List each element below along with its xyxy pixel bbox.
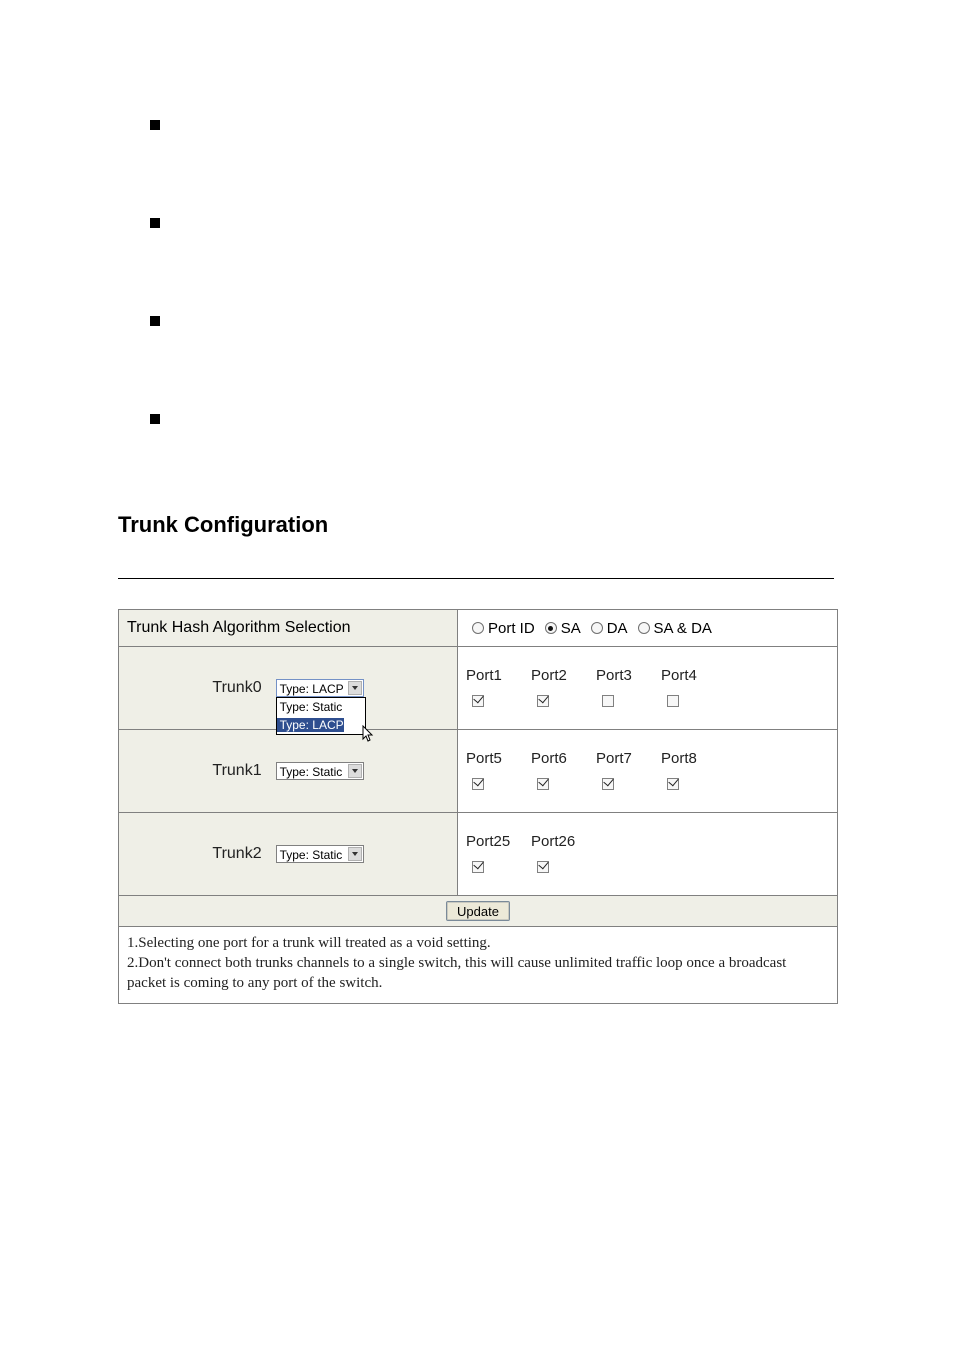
trunk1-port8-checkbox[interactable] <box>667 778 679 790</box>
trunk0-port4-checkbox[interactable] <box>667 695 679 707</box>
chevron-down-icon[interactable] <box>348 847 362 861</box>
trunk2-type-value: Type: Static <box>280 848 343 862</box>
port-label: Port8 <box>657 750 722 767</box>
hash-radio-group: Port ID SA DA SA & DA <box>458 610 837 646</box>
trunk1-port6-checkbox[interactable] <box>537 778 549 790</box>
trunk0-label: Trunk0 <box>212 679 261 697</box>
trunk0-port3-checkbox[interactable] <box>602 695 614 707</box>
trunk0-opt-lacp[interactable]: Type: LACP <box>277 718 344 732</box>
trunk1-port5-checkbox[interactable] <box>472 778 484 790</box>
hash-radio-sa-label: SA <box>561 620 581 637</box>
trunk-row-0: Trunk0 Type: LACP Type: Static Type: LAC… <box>119 647 838 730</box>
trunk0-port1-checkbox[interactable] <box>472 695 484 707</box>
trunk0-opt-static[interactable]: Type: Static <box>277 700 343 714</box>
port-label: Port2 <box>527 667 592 684</box>
trunk1-label: Trunk1 <box>212 762 261 780</box>
notes-box: 1.Selecting one port for a trunk will tr… <box>118 927 838 1004</box>
trunk0-dropdown-list: Type: Static Type: LACP <box>276 697 366 735</box>
section-divider <box>118 578 834 579</box>
hash-radio-sada[interactable] <box>638 622 650 634</box>
trunk1-port7-checkbox[interactable] <box>602 778 614 790</box>
update-button[interactable]: Update <box>446 901 510 921</box>
trunk-row-1: Trunk1 Type: Static Port5 Port6 Port7 Po… <box>119 730 838 813</box>
port-label: Port26 <box>527 833 592 850</box>
port-label: Port1 <box>462 667 527 684</box>
hash-row: Trunk Hash Algorithm Selection Port ID S… <box>119 610 838 647</box>
hash-radio-sada-label: SA & DA <box>654 620 712 637</box>
port-label: Port5 <box>462 750 527 767</box>
port-label: Port6 <box>527 750 592 767</box>
trunk1-type-value: Type: Static <box>280 765 343 779</box>
note-1: 1.Selecting one port for a trunk will tr… <box>127 933 829 953</box>
hash-title-label: Trunk Hash Algorithm Selection <box>127 619 351 637</box>
section-heading: Trunk Configuration <box>118 512 954 538</box>
bullet-icon <box>150 316 160 326</box>
trunk-config-table: Trunk Hash Algorithm Selection Port ID S… <box>118 609 838 927</box>
hash-radio-portid[interactable] <box>472 622 484 634</box>
port-label: Port3 <box>592 667 657 684</box>
cursor-icon <box>362 725 378 748</box>
trunk2-label: Trunk2 <box>212 845 261 863</box>
bullet-icon <box>150 218 160 228</box>
port-label: Port4 <box>657 667 722 684</box>
bullet-icon <box>150 414 160 424</box>
chevron-down-icon[interactable] <box>348 764 362 778</box>
trunk2-type-select[interactable]: Type: Static <box>276 845 364 863</box>
hash-radio-da-label: DA <box>607 620 628 637</box>
update-row: Update <box>119 896 838 927</box>
port-label: Port7 <box>592 750 657 767</box>
trunk0-port2-checkbox[interactable] <box>537 695 549 707</box>
trunk0-type-value: Type: LACP <box>280 682 344 696</box>
note-2: 2.Don't connect both trunks channels to … <box>127 953 829 993</box>
port-label: Port25 <box>462 833 527 850</box>
hash-radio-portid-label: Port ID <box>488 620 535 637</box>
bullet-icon <box>150 120 160 130</box>
hash-radio-da[interactable] <box>591 622 603 634</box>
trunk1-type-select[interactable]: Type: Static <box>276 762 364 780</box>
trunk0-type-select[interactable]: Type: LACP Type: Static Type: LACP <box>276 679 364 697</box>
trunk-row-2: Trunk2 Type: Static Port25 Port26 <box>119 813 838 896</box>
hash-radio-sa[interactable] <box>545 622 557 634</box>
chevron-down-icon[interactable] <box>348 681 362 695</box>
trunk2-port25-checkbox[interactable] <box>472 861 484 873</box>
page-root: Trunk Configuration Trunk Hash Algorithm… <box>0 0 954 1004</box>
bullet-list <box>0 120 954 424</box>
trunk2-port26-checkbox[interactable] <box>537 861 549 873</box>
